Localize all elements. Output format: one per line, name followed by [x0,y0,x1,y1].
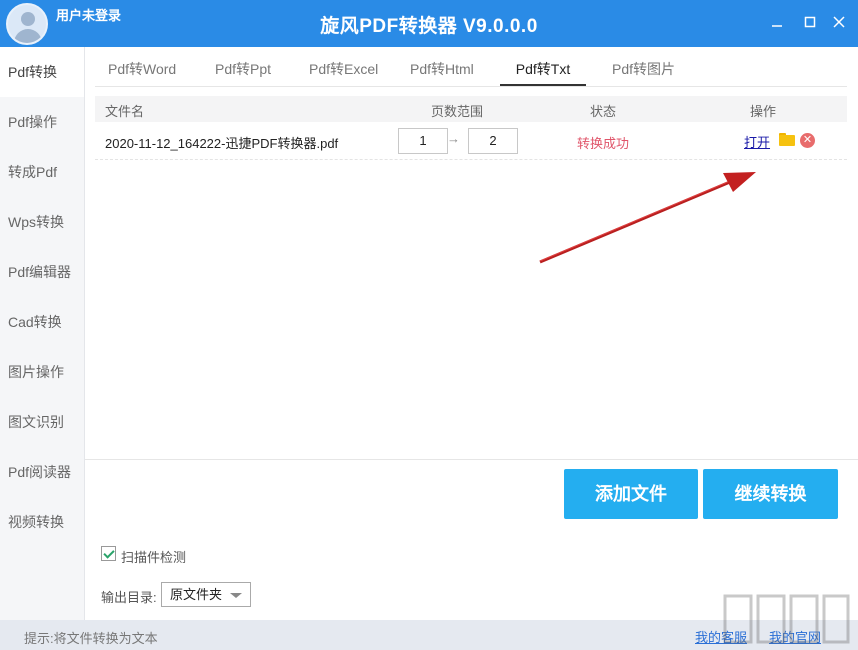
page-from-input[interactable]: 1 [398,128,448,154]
app-title: 旋风PDF转换器 V9.0.0.0 [320,16,538,37]
sidebar-item-video-convert[interactable]: 视频转换 [0,497,84,547]
column-header-status: 状态 [590,104,617,119]
sidebar-item-pdf-editor[interactable]: Pdf编辑器 [0,247,84,297]
close-icon[interactable] [829,13,849,33]
scan-detect-label: 扫描件检测 [121,550,187,565]
hint-text: 提示:将文件转换为文本 [24,631,158,646]
column-header-action: 操作 [750,104,777,119]
chevron-down-icon [230,593,242,598]
sidebar-item-wps-convert[interactable]: Wps转换 [0,197,84,247]
sidebar-item-pdf-convert[interactable]: Pdf转换 [0,47,84,97]
sidebar-item-to-pdf[interactable]: 转成Pdf [0,147,84,197]
watermark-logo [723,594,850,644]
maximize-icon[interactable] [800,13,820,33]
tab-pdf-to-txt[interactable]: Pdf转Txt [500,59,586,86]
sidebar-item-pdf-operate[interactable]: Pdf操作 [0,97,84,147]
output-dir-value: 原文件夹 [170,587,223,602]
column-header-filename: 文件名 [105,104,145,119]
annotation-arrow [539,172,756,264]
delete-icon[interactable]: ✕ [800,133,815,148]
divider [85,459,858,460]
folder-icon-body [779,135,795,146]
sidebar: Pdf转换 Pdf操作 转成Pdf Wps转换 Pdf编辑器 Cad转换 图片操… [0,47,85,620]
page-to-input[interactable]: 2 [468,128,518,154]
sidebar-item-cad-convert[interactable]: Cad转换 [0,297,84,347]
sidebar-item-image-operate[interactable]: 图片操作 [0,347,84,397]
table-row: 2020-11-12_164222-迅捷PDF转换器.pdf 1 → 2 转换成… [95,122,847,160]
sidebar-item-ocr[interactable]: 图文识别 [0,397,84,447]
column-header-page-range: 页数范围 [431,104,484,119]
tab-pdf-to-image[interactable]: Pdf转图片 [612,59,675,86]
file-name: 2020-11-12_164222-迅捷PDF转换器.pdf [105,136,339,151]
status-badge: 转换成功 [577,136,630,151]
tab-pdf-to-ppt[interactable]: Pdf转Ppt [215,59,271,86]
tab-pdf-to-html[interactable]: Pdf转Html [410,59,474,86]
minimize-icon[interactable] [767,13,787,33]
continue-convert-button[interactable]: 继续转换 [703,469,838,519]
folder-icon[interactable] [779,133,795,146]
output-dir-label: 输出目录: [101,590,157,605]
scan-detect-checkbox[interactable] [101,546,116,561]
page-range-arrow-icon: → [447,131,460,146]
sidebar-item-pdf-reader[interactable]: Pdf阅读器 [0,447,84,497]
output-dir-select[interactable]: 原文件夹 [161,582,251,607]
tab-pdf-to-word[interactable]: Pdf转Word [108,59,176,86]
tab-pdf-to-excel[interactable]: Pdf转Excel [309,59,378,86]
file-table-header: 文件名 页数范围 状态 操作 [95,96,847,122]
conversion-tabs: Pdf转Word Pdf转Ppt Pdf转Excel Pdf转Html Pdf转… [95,47,847,87]
open-file-link[interactable]: 打开 [744,132,770,151]
title-bar: 用户未登录 旋风PDF转换器 V9.0.0.0 [0,0,858,47]
add-file-button[interactable]: 添加文件 [564,469,698,519]
